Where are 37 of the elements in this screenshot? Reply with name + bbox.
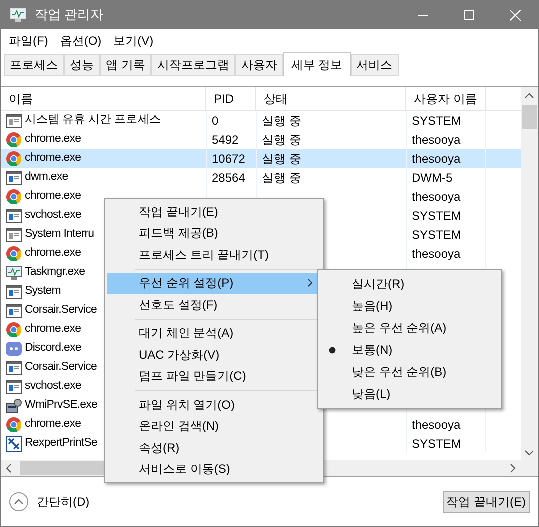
process-name: chrome.exe [25,188,82,204]
pid-cell-text: 0 [212,112,219,130]
process-name: Corsair.Service [25,302,97,318]
user-cell-text: SYSTEM [412,112,462,130]
process-name: chrome.exe [25,150,82,166]
user-cell-text: SYSTEM [412,208,462,224]
pid-cell-text: 5492 [212,132,239,148]
process-name: Corsair.Service [25,360,97,375]
user-cell-text: SYSTEM [412,436,462,452]
process-name: 시스템 유휴 시간 프로세스 [25,112,161,128]
user-cell-text: thesooya [412,416,461,434]
process-name: chrome.exe [25,416,82,432]
process-name: System Interru [25,226,94,242]
process-name: System [25,284,61,299]
pid-cell-text: 28564 [212,170,246,186]
process-name: dwm.exe [25,170,68,185]
window-title: 작업 관리자 [35,6,104,24]
process-name: svchost.exe [25,378,82,394]
pid-cell-text: 10672 [212,150,246,168]
process-name: svchost.exe [25,208,82,223]
user-cell-text: SYSTEM [412,226,462,244]
process-name: Taskmgr.exe [25,264,86,280]
status-cell-text: 실행 중 [262,132,302,148]
user-cell-text: thesooya [412,246,461,262]
process-name: chrome.exe [25,246,82,261]
status-cell-text: 실행 중 [262,150,302,168]
user-cell-text: thesooya [412,132,461,148]
user-cell-text: thesooya [412,150,461,168]
process-name: RexpertPrintSe [25,436,98,451]
status-cell-text: 실행 중 [262,112,302,130]
process-name: WmiPrvSE.exe [25,398,98,413]
process-name: Discord.exe [25,340,82,356]
process-name: chrome.exe [25,132,82,147]
user-cell-text: thesooya [412,188,461,206]
process-name: chrome.exe [25,322,82,337]
status-cell-text: 실행 중 [262,170,302,186]
user-cell-text: DWM-5 [412,170,453,186]
